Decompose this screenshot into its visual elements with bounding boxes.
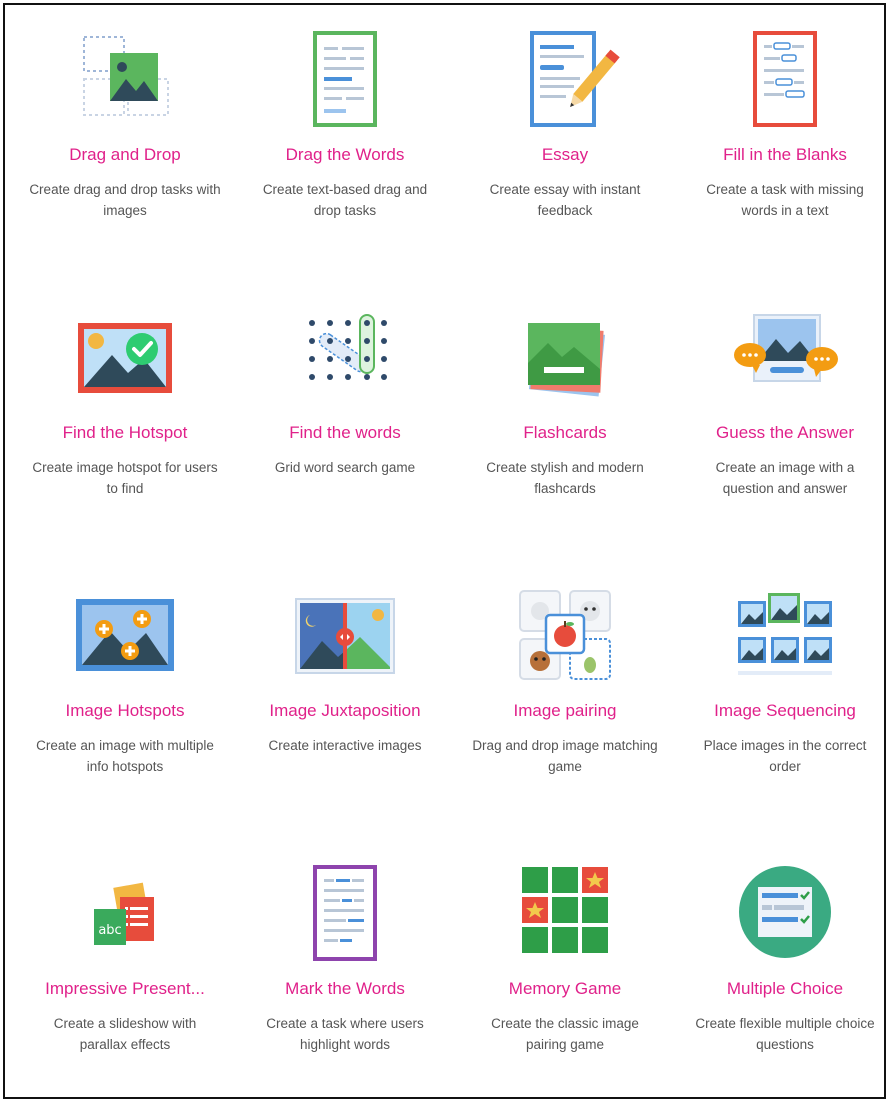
- content-type-title: Impressive Present...: [45, 979, 205, 998]
- content-type-title: Image Juxtaposition: [269, 701, 421, 720]
- content-type-title: Image Hotspots: [65, 701, 185, 720]
- mark-words-icon: [290, 857, 400, 967]
- content-type-find-the-words[interactable]: Find the words Grid word search game: [235, 283, 455, 561]
- content-type-title: Memory Game: [508, 979, 622, 998]
- image-juxtaposition-icon: [290, 579, 400, 689]
- content-type-drag-the-words[interactable]: Drag the Words Create text-based drag an…: [235, 5, 455, 283]
- content-type-fill-in-the-blanks[interactable]: Fill in the Blanks Create a task with mi…: [675, 5, 891, 283]
- image-pairing-icon: [510, 579, 620, 689]
- drag-words-icon: [290, 23, 400, 133]
- content-type-description: Create an image with a question and answ…: [715, 460, 855, 496]
- content-type-description: Create text-based drag and drop tasks: [262, 182, 428, 218]
- flashcards-icon: [510, 301, 620, 411]
- content-type-title: Find the words: [289, 423, 401, 442]
- content-type-description: Grid word search game: [274, 460, 416, 475]
- memory-game-icon: [510, 857, 620, 967]
- content-type-flashcards[interactable]: Flashcards Create stylish and modern fla…: [455, 283, 675, 561]
- content-type-description: Create interactive images: [268, 738, 422, 753]
- drag-drop-icon: [70, 23, 180, 133]
- content-type-title: Multiple Choice: [726, 979, 844, 998]
- presentation-icon: abc: [70, 857, 180, 967]
- multiple-choice-icon: [730, 857, 840, 967]
- content-type-title: Flashcards: [523, 423, 607, 442]
- content-type-guess-the-answer[interactable]: Guess the Answer Create an image with a …: [675, 283, 891, 561]
- guess-answer-icon: [730, 301, 840, 411]
- content-type-description: Create a slideshow with parallax effects: [53, 1016, 197, 1052]
- content-type-description: Create drag and drop tasks with images: [29, 182, 221, 218]
- essay-icon: [510, 23, 620, 133]
- word-search-icon: [290, 301, 400, 411]
- content-type-image-juxtaposition[interactable]: Image Juxtaposition Create interactive i…: [235, 561, 455, 839]
- content-type-title: Drag the Words: [285, 145, 405, 164]
- content-type-description: Create flexible multiple choice question…: [695, 1016, 875, 1052]
- content-type-grid: Drag and Drop Create drag and drop tasks…: [15, 5, 891, 1117]
- content-type-impressive-presentation[interactable]: abc Impressive Present... Create a slide…: [15, 839, 235, 1117]
- image-sequencing-icon: [730, 579, 840, 689]
- content-type-image-pairing[interactable]: Image pairing Drag and drop image matchi…: [455, 561, 675, 839]
- content-type-description: Create a task where users highlight word…: [266, 1016, 424, 1052]
- content-type-image-hotspots[interactable]: Image Hotspots Create an image with mult…: [15, 561, 235, 839]
- content-type-title: Image pairing: [513, 701, 617, 720]
- content-type-drag-and-drop[interactable]: Drag and Drop Create drag and drop tasks…: [15, 5, 235, 283]
- content-type-description: Create essay with instant feedback: [489, 182, 641, 218]
- content-type-description: Create a task with missing words in a te…: [706, 182, 864, 218]
- content-type-description: Drag and drop image matching game: [472, 738, 658, 774]
- content-type-description: Create stylish and modern flashcards: [486, 460, 644, 496]
- content-type-find-the-hotspot[interactable]: Find the Hotspot Create image hotspot fo…: [15, 283, 235, 561]
- content-type-memory-game[interactable]: Memory Game Create the classic image pai…: [455, 839, 675, 1117]
- content-type-title: Drag and Drop: [69, 145, 181, 164]
- content-type-title: Image Sequencing: [714, 701, 856, 720]
- content-type-title: Fill in the Blanks: [723, 145, 847, 164]
- content-type-multiple-choice[interactable]: Multiple Choice Create flexible multiple…: [675, 839, 891, 1117]
- content-type-description: Create image hotspot for users to find: [32, 460, 218, 496]
- content-type-description: Create the classic image pairing game: [491, 1016, 639, 1052]
- find-hotspot-icon: [70, 301, 180, 411]
- content-type-description: Create an image with multiple info hotsp…: [36, 738, 214, 774]
- content-type-description: Place images in the correct order: [703, 738, 867, 774]
- image-hotspots-icon: [70, 579, 180, 689]
- content-type-mark-the-words[interactable]: Mark the Words Create a task where users…: [235, 839, 455, 1117]
- svg-text:abc: abc: [98, 923, 121, 938]
- content-type-essay[interactable]: Essay Create essay with instant feedback: [455, 5, 675, 283]
- content-type-title: Mark the Words: [285, 979, 405, 998]
- content-type-title: Essay: [541, 145, 589, 164]
- content-type-title: Guess the Answer: [716, 423, 854, 442]
- content-type-image-sequencing[interactable]: Image Sequencing Place images in the cor…: [675, 561, 891, 839]
- content-type-title: Find the Hotspot: [62, 423, 188, 442]
- fill-blanks-icon: [730, 23, 840, 133]
- content-type-panel: Drag and Drop Create drag and drop tasks…: [3, 3, 886, 1099]
